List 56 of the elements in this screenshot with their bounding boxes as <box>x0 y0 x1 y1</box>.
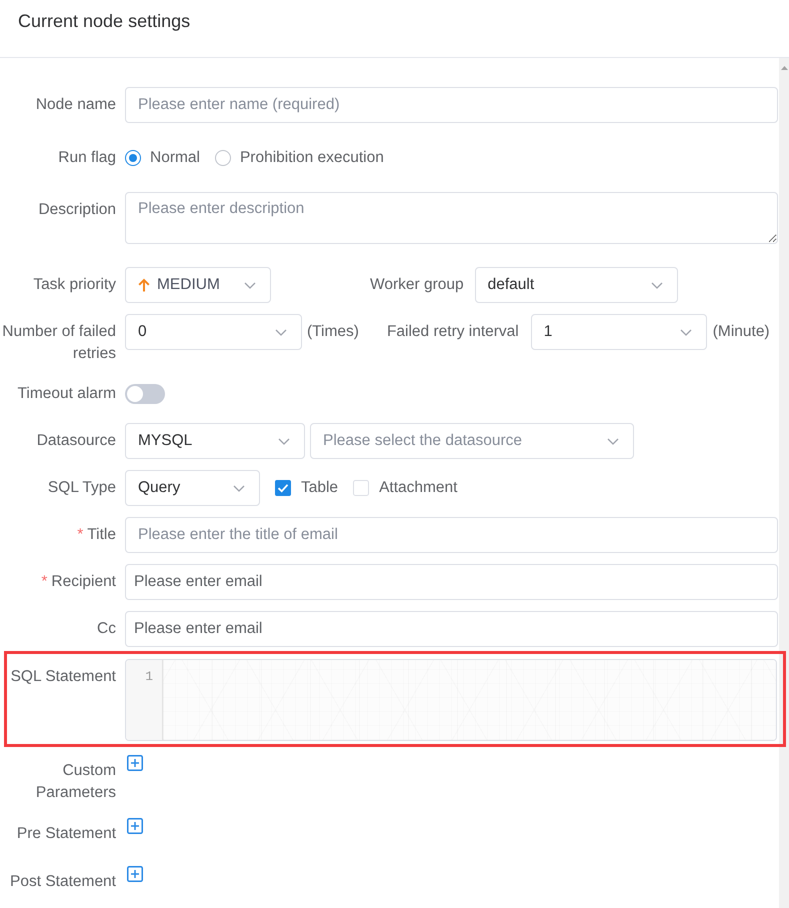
email-field[interactable]: Please enter email <box>125 611 778 647</box>
unit-label: (Times) <box>307 322 359 342</box>
arrow-up-icon <box>138 278 150 292</box>
field-label: SQL Statement <box>10 668 116 685</box>
checkbox-label: Table <box>301 478 338 498</box>
field-label: Pre Statement <box>16 825 116 842</box>
chevron-down-icon <box>680 328 692 336</box>
dropdown[interactable]: Query <box>125 470 260 506</box>
field-label: Failed retry interval <box>386 322 519 342</box>
radio-button[interactable] <box>125 150 141 166</box>
chevron-down-icon <box>244 282 256 288</box>
chevron-down-icon <box>275 328 287 336</box>
field-label: Cc <box>97 620 116 637</box>
chevron-down-icon <box>278 438 290 444</box>
field-label: Timeout alarm <box>18 385 116 402</box>
unit-label: (Minute) <box>712 322 770 342</box>
dropdown[interactable]: 0 <box>125 314 302 350</box>
field-label: Title <box>87 526 116 543</box>
field-label: Run flag <box>58 149 116 166</box>
option-label: Prohibition execution <box>240 148 384 168</box>
chevron-down-icon <box>607 438 619 444</box>
plus-square-icon[interactable] <box>127 755 143 771</box>
text-area-field[interactable]: Please enter description <box>125 192 778 244</box>
toggle-switch[interactable] <box>125 384 165 404</box>
chevron-down-icon <box>233 484 245 492</box>
field-label: Datasource <box>36 432 116 449</box>
option-label: Normal <box>150 148 200 168</box>
field-label: Recipient <box>51 573 116 590</box>
field-label: Node name <box>36 96 116 113</box>
required-mark: * <box>41 573 48 590</box>
caret-up-icon[interactable] <box>780 66 788 70</box>
email-field[interactable]: Please enter email <box>125 564 778 600</box>
chevron-down-icon <box>650 282 663 288</box>
field-label: Number of failed retries <box>2 323 116 362</box>
checkbox[interactable] <box>353 480 370 496</box>
field-label: SQL Type <box>48 479 116 496</box>
scrollbar[interactable] <box>779 58 789 908</box>
line-number: 1 <box>145 668 153 686</box>
dropdown[interactable]: MYSQL <box>125 423 305 459</box>
field-label: Post Statement <box>10 873 116 890</box>
dropdown[interactable]: MEDIUM <box>125 267 271 303</box>
text-field[interactable]: Please enter name (required) <box>125 87 778 123</box>
checkbox[interactable] <box>275 480 291 496</box>
field-label: Worker group <box>370 275 464 296</box>
radio-button[interactable] <box>214 150 231 166</box>
field-label: Description <box>38 201 116 218</box>
required-mark: * <box>77 526 84 543</box>
checkbox-label: Attachment <box>379 478 458 498</box>
plus-square-icon[interactable] <box>127 866 143 882</box>
text-field[interactable]: Please enter the title of email <box>125 517 778 553</box>
field-label: Task priority <box>33 276 116 293</box>
panel-title: Current node settings <box>18 10 190 33</box>
plus-square-icon[interactable] <box>127 818 143 834</box>
dropdown[interactable]: 1 <box>530 314 707 350</box>
field-label: Custom Parameters <box>36 762 116 801</box>
dropdown[interactable]: default <box>474 267 678 303</box>
